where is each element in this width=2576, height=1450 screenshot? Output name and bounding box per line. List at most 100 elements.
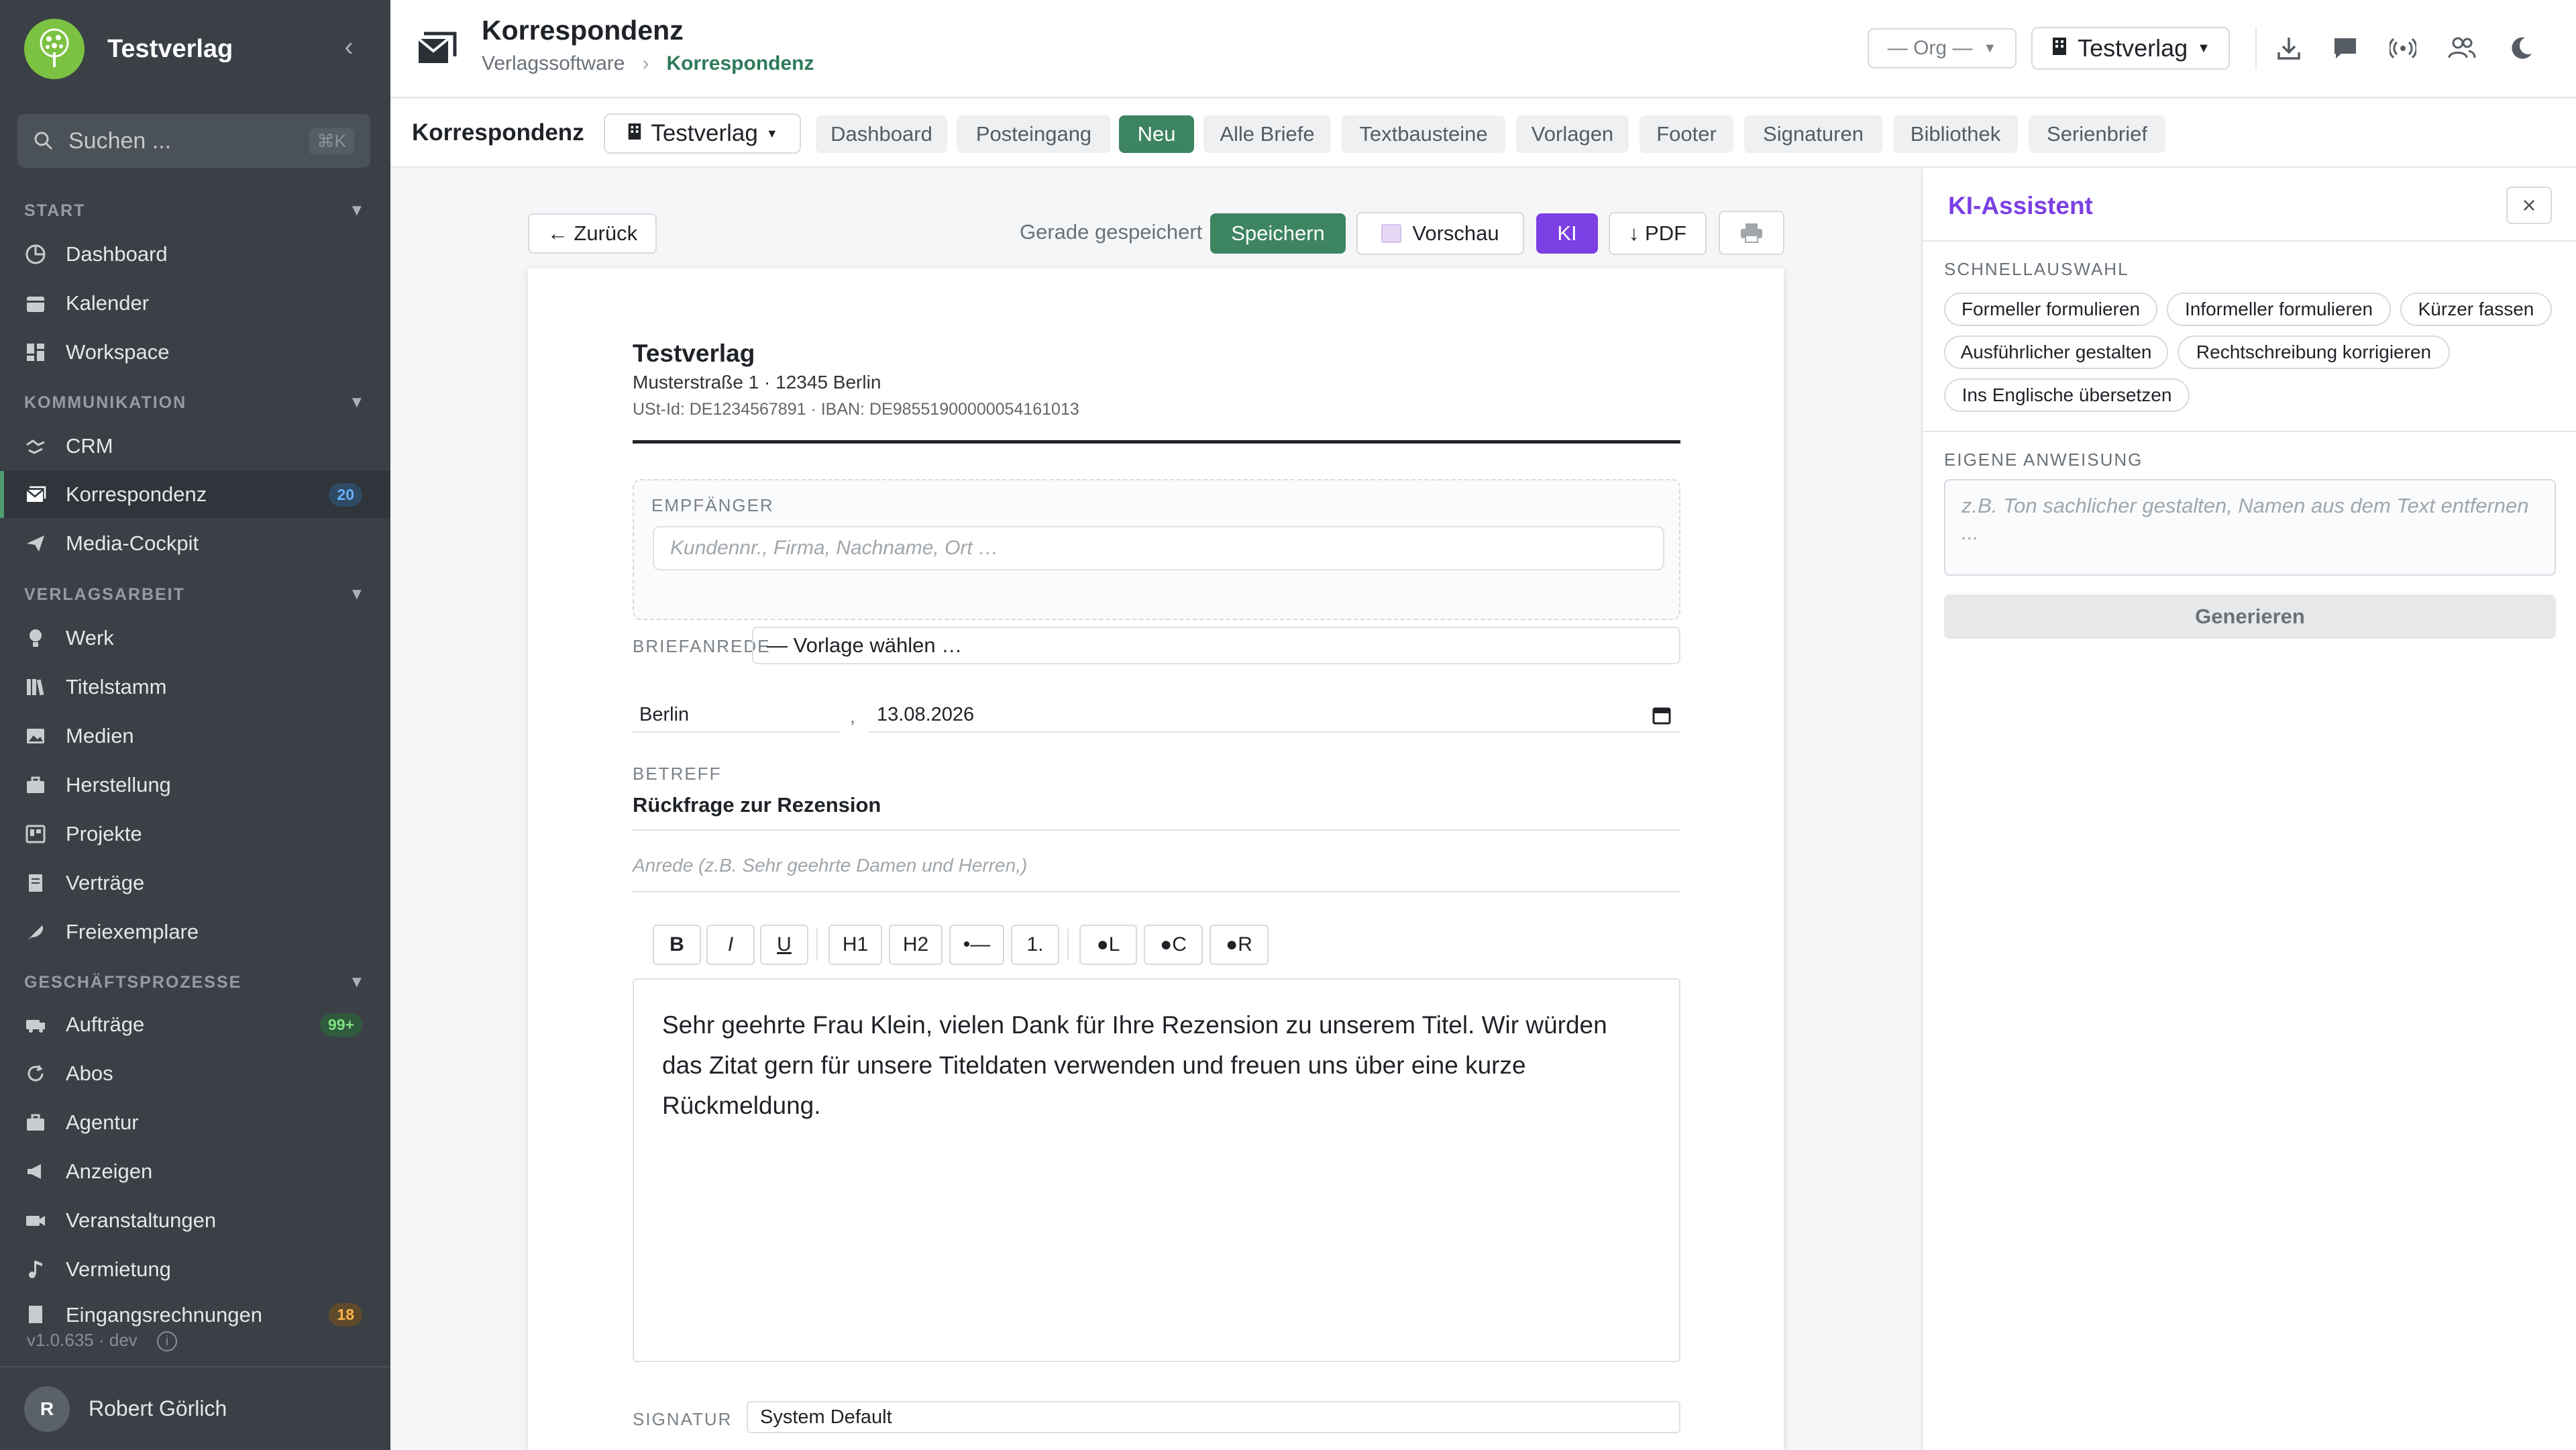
- sidebar-item-medien[interactable]: Medien: [0, 713, 390, 760]
- heading2-button[interactable]: H2: [889, 925, 943, 965]
- sidebar-item-eingangsrechnungen[interactable]: Eingangsrechnungen 18: [0, 1294, 390, 1327]
- chip-ausfuehrlicher[interactable]: Ausführlicher gestalten: [1944, 335, 2168, 369]
- sidebar-item-korrespondenz[interactable]: Korrespondenz 20: [0, 471, 390, 518]
- generate-button[interactable]: Generieren: [1944, 594, 2556, 639]
- tab-dashboard[interactable]: Dashboard: [816, 115, 947, 153]
- print-button[interactable]: [1719, 211, 1784, 255]
- save-button[interactable]: Speichern: [1210, 213, 1346, 254]
- ki-button[interactable]: KI: [1536, 213, 1598, 254]
- brand[interactable]: Testverlag: [24, 19, 233, 79]
- sidebar-item-auftraege[interactable]: Aufträge 99+: [0, 1001, 390, 1048]
- count-badge: 18: [329, 1303, 362, 1327]
- sidebar-item-kalender[interactable]: Kalender: [0, 280, 390, 327]
- publisher-select-value: Testverlag: [2078, 34, 2188, 62]
- subject-label: BETREFF: [633, 764, 722, 784]
- tab-neu[interactable]: Neu: [1119, 115, 1194, 153]
- moon-icon[interactable]: [2505, 32, 2537, 64]
- sidebar-item-anzeigen[interactable]: Anzeigen: [0, 1148, 390, 1195]
- chip-informeller[interactable]: Informeller formulieren: [2167, 293, 2391, 326]
- calendar-icon[interactable]: [1652, 706, 1671, 725]
- sidebar-item-vertraege[interactable]: Verträge: [0, 860, 390, 907]
- numbered-list-button[interactable]: 1.: [1011, 925, 1059, 965]
- collapse-sidebar-icon[interactable]: ‹: [335, 34, 362, 60]
- tab-bibliothek[interactable]: Bibliothek: [1893, 115, 2018, 153]
- lightbulb-icon: [24, 627, 47, 650]
- underline-button[interactable]: U: [760, 925, 808, 965]
- signature-select[interactable]: System Default: [747, 1401, 1680, 1433]
- sidebar-item-workspace[interactable]: Workspace: [0, 329, 390, 376]
- chip-englisch[interactable]: Ins Englische übersetzen: [1944, 378, 2190, 412]
- sidebar-item-titelstamm[interactable]: Titelstamm: [0, 664, 390, 711]
- align-center-button[interactable]: ●C: [1144, 925, 1203, 965]
- section-start[interactable]: START: [24, 201, 85, 221]
- divider: [2255, 27, 2257, 70]
- preview-label: Vorschau: [1412, 221, 1499, 245]
- search-input[interactable]: Suchen ... ⌘K: [17, 114, 370, 168]
- sidebar-item-veranstaltungen[interactable]: Veranstaltungen: [0, 1197, 390, 1244]
- sidebar-item-label: Projekte: [66, 822, 142, 845]
- close-icon[interactable]: ×: [2506, 187, 2552, 224]
- custom-instruction-input[interactable]: z.B. Ton sachlicher gestalten, Namen aus…: [1944, 479, 2556, 576]
- city-input[interactable]: Berlin: [633, 698, 841, 733]
- sidebar-item-label: Agentur: [66, 1110, 139, 1134]
- chat-icon[interactable]: [2329, 32, 2361, 64]
- align-right-button[interactable]: ●R: [1210, 925, 1269, 965]
- info-icon[interactable]: i: [157, 1331, 178, 1352]
- tab-signaturen[interactable]: Signaturen: [1744, 115, 1882, 153]
- module-title: Korrespondenz: [412, 119, 584, 146]
- subject-input[interactable]: Rückfrage zur Rezension: [633, 793, 1680, 831]
- salutation-template-select[interactable]: — Vorlage wählen …: [752, 627, 1680, 664]
- sidebar-item-abos[interactable]: Abos: [0, 1050, 390, 1097]
- sidebar-item-herstellung[interactable]: Herstellung: [0, 762, 390, 809]
- org-select[interactable]: — Org — ▼: [1868, 28, 2017, 68]
- users-icon[interactable]: [2446, 32, 2478, 64]
- bullet-list-button[interactable]: •—: [949, 925, 1004, 965]
- recipient-search-input[interactable]: Kundennr., Firma, Nachname, Ort …: [653, 526, 1664, 570]
- tab-alle-briefe[interactable]: Alle Briefe: [1203, 115, 1331, 153]
- sidebar-item-freiexemplare[interactable]: Freiexemplare: [0, 909, 390, 955]
- preview-button[interactable]: Vorschau: [1356, 212, 1524, 255]
- pdf-button[interactable]: ↓ PDF: [1609, 212, 1707, 255]
- ai-panel-title: KI-Assistent: [1948, 192, 2093, 219]
- tab-posteingang[interactable]: Posteingang: [957, 115, 1111, 153]
- tab-vorlagen[interactable]: Vorlagen: [1516, 115, 1629, 153]
- sidebar-item-dashboard[interactable]: Dashboard: [0, 231, 390, 278]
- chevron-down-icon[interactable]: ▼: [349, 201, 365, 220]
- bold-button[interactable]: B: [653, 925, 701, 965]
- section-geschaeftsprozesse[interactable]: GESCHÄFTSPROZESSE: [24, 973, 241, 992]
- chevron-down-icon[interactable]: ▼: [349, 973, 365, 992]
- tab-footer[interactable]: Footer: [1640, 115, 1733, 153]
- chevron-down-icon[interactable]: ▼: [349, 585, 365, 604]
- section-verlagsarbeit[interactable]: VERLAGSARBEIT: [24, 585, 185, 605]
- download-icon[interactable]: [2273, 32, 2305, 64]
- broadcast-icon[interactable]: [2387, 32, 2419, 64]
- publisher-select[interactable]: Testverlag ▼: [604, 113, 801, 154]
- tab-serienbrief[interactable]: Serienbrief: [2029, 115, 2165, 153]
- back-button[interactable]: ← Zurück: [528, 213, 657, 254]
- section-kommunikation[interactable]: KOMMUNIKATION: [24, 393, 186, 413]
- publisher-select[interactable]: Testverlag ▼: [2031, 27, 2230, 70]
- date-separator: ,: [850, 706, 855, 727]
- align-left-button[interactable]: ●L: [1079, 925, 1137, 965]
- tab-textbausteine[interactable]: Textbausteine: [1342, 115, 1505, 153]
- heading1-button[interactable]: H1: [828, 925, 882, 965]
- sidebar-item-werk[interactable]: Werk: [0, 615, 390, 662]
- sidebar-item-crm[interactable]: CRM: [0, 423, 390, 470]
- sidebar-item-projekte[interactable]: Projekte: [0, 811, 390, 858]
- chip-rechtschreibung[interactable]: Rechtschreibung korrigieren: [2178, 335, 2450, 369]
- date-input[interactable]: 13.08.2026: [869, 698, 1680, 733]
- user-menu[interactable]: R Robert Görlich: [0, 1366, 390, 1450]
- sidebar-item-vermietung[interactable]: Vermietung: [0, 1246, 390, 1293]
- chevron-down-icon[interactable]: ▼: [349, 393, 365, 412]
- sidebar-item-media-cockpit[interactable]: Media-Cockpit: [0, 520, 390, 567]
- greeting-input[interactable]: Anrede (z.B. Sehr geehrte Damen und Herr…: [633, 855, 1680, 892]
- italic-button[interactable]: I: [706, 925, 755, 965]
- sidebar-item-label: Dashboard: [66, 242, 168, 266]
- breadcrumb: Verlagssoftware › Korrespondenz: [482, 52, 814, 75]
- chip-formeller[interactable]: Formeller formulieren: [1944, 293, 2157, 326]
- chip-kuerzer[interactable]: Kürzer fassen: [2400, 293, 2552, 326]
- pie-chart-icon: [24, 243, 47, 266]
- sidebar-item-agentur[interactable]: Agentur: [0, 1099, 390, 1146]
- breadcrumb-item[interactable]: Verlagssoftware: [482, 52, 625, 74]
- letter-body-editor[interactable]: Sehr geehrte Frau Klein, vielen Dank für…: [633, 978, 1680, 1362]
